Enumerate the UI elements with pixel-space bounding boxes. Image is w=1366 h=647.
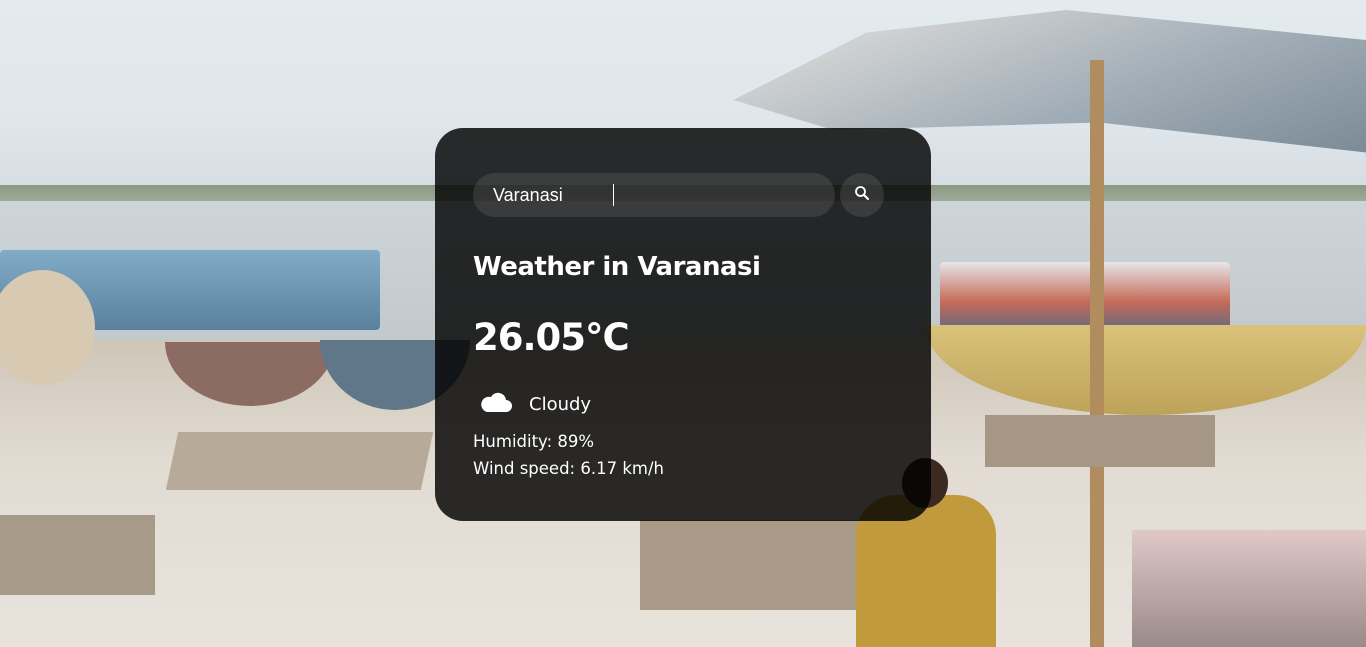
weather-card: Weather in Varanasi 26.05°C Cloudy Humid… [435,128,931,521]
vendor-stall [1132,530,1366,647]
wooden-platform [985,415,1215,467]
search-bar [473,173,893,217]
humidity: Humidity: 89% [473,432,595,451]
wooden-platform [165,432,434,490]
search-input[interactable] [473,173,835,217]
wind-speed: Wind speed: 6.17 km/h [473,459,664,478]
search-icon [854,185,870,205]
bamboo-pole [1090,60,1104,647]
condition-text: Cloudy [529,393,592,415]
condition-row: Cloudy [479,391,591,417]
text-cursor [613,184,614,206]
wooden-platform [0,515,155,595]
search-button[interactable] [840,173,884,217]
temperature: 26.05°C [473,316,630,359]
cloud-icon [479,391,513,417]
city-title: Weather in Varanasi [473,252,761,282]
